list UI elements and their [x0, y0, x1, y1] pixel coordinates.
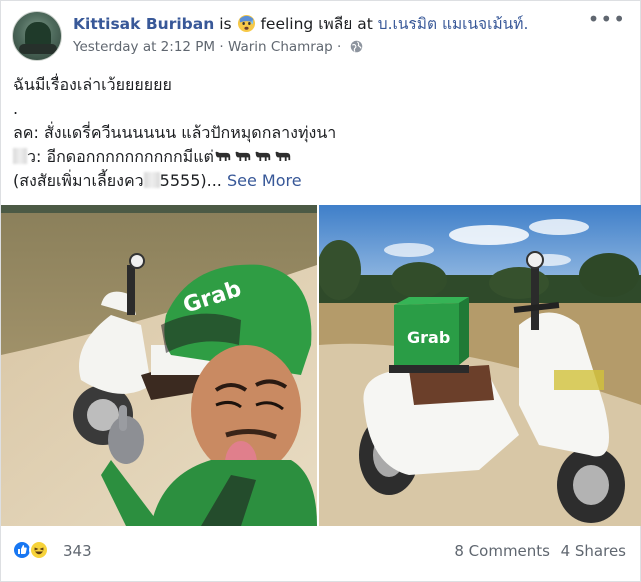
- water-buffalo-icon: [275, 151, 291, 161]
- post-line-4: ว: อีกดอกกกกกกกกกกมีแต่: [13, 145, 623, 169]
- reaction-count[interactable]: 343: [63, 542, 92, 560]
- post-line-3: ลค: สั่งแดรี่ควีนนนนนน แล้วปักหมุดกลางทุ…: [13, 123, 337, 142]
- post-line-5: (สงสัยเพิ่มาเลี้ยงคว 5555)... See More: [13, 169, 623, 193]
- post-header: Kittisak Buriban is feeling เพลีย at บ.เ…: [73, 14, 528, 34]
- feeling-prefix: feeling: [260, 15, 314, 33]
- redacted-block: [143, 172, 160, 188]
- post-meta: Yesterday at 2:12 PM · Warin Chamrap ·: [73, 39, 363, 55]
- feeling-value: เพลีย: [318, 15, 353, 33]
- post-footer: 343 8 Comments 4 Shares: [1, 529, 641, 573]
- water-buffalo-icon: [215, 151, 231, 161]
- timestamp-link[interactable]: Yesterday at 2:12 PM: [73, 39, 215, 55]
- selfie-photo-illustration: Grab: [1, 205, 317, 526]
- line5-main: (สงสัยเพิ่มาเลี้ยงคว: [13, 171, 144, 190]
- meta-separator: ·: [219, 39, 224, 55]
- scooter-photo-illustration: Grab: [319, 205, 641, 526]
- place-link[interactable]: บ.เนรมิต แมเนจเม้นท์.: [378, 15, 529, 33]
- post-body: ฉันมีเรื่องเล่าเว้ยยยยยย . ลค: สั่งแดรี่…: [13, 73, 623, 193]
- line5-suffix: 5555)...: [159, 171, 222, 190]
- post-card: Kittisak Buriban is feeling เพลีย at บ.เ…: [0, 0, 641, 582]
- author-avatar[interactable]: [12, 11, 62, 61]
- post-line-1: ฉันมีเรื่องเล่าเว้ยยยยยย: [13, 75, 172, 94]
- shares-count-link[interactable]: 4 Shares: [561, 542, 626, 560]
- thumbs-up-glyph: [18, 545, 27, 554]
- post-line-2: .: [13, 99, 19, 118]
- more-icon: •••: [587, 7, 626, 31]
- globe-icon[interactable]: [350, 40, 363, 53]
- water-buffalo-icon: [235, 151, 251, 161]
- is-text: is: [219, 15, 232, 33]
- redacted-block: [13, 148, 27, 164]
- post-photo-scooter[interactable]: Grab: [319, 205, 641, 526]
- location-link[interactable]: Warin Chamrap: [228, 39, 333, 55]
- line4-main: อีกดอกกกกกกกกกกมีแต่: [46, 147, 214, 166]
- avatar-bike: [19, 44, 57, 54]
- post-photo-selfie[interactable]: Grab: [1, 205, 317, 526]
- more-options-button[interactable]: •••: [588, 7, 626, 31]
- at-text: at: [357, 15, 373, 33]
- meta-separator-2: ·: [337, 39, 342, 55]
- comments-count-link[interactable]: 8 Comments: [454, 542, 550, 560]
- see-more-link[interactable]: See More: [227, 171, 302, 190]
- line4-prefix: ว:: [27, 147, 42, 166]
- water-buffalo-icon: [255, 151, 271, 161]
- laughing-face-glyph: [34, 547, 44, 555]
- exhausted-emoji-icon: [237, 14, 255, 33]
- svg-text:Grab: Grab: [407, 328, 450, 347]
- haha-icon[interactable]: [29, 540, 49, 560]
- author-name-link[interactable]: Kittisak Buriban: [73, 15, 214, 33]
